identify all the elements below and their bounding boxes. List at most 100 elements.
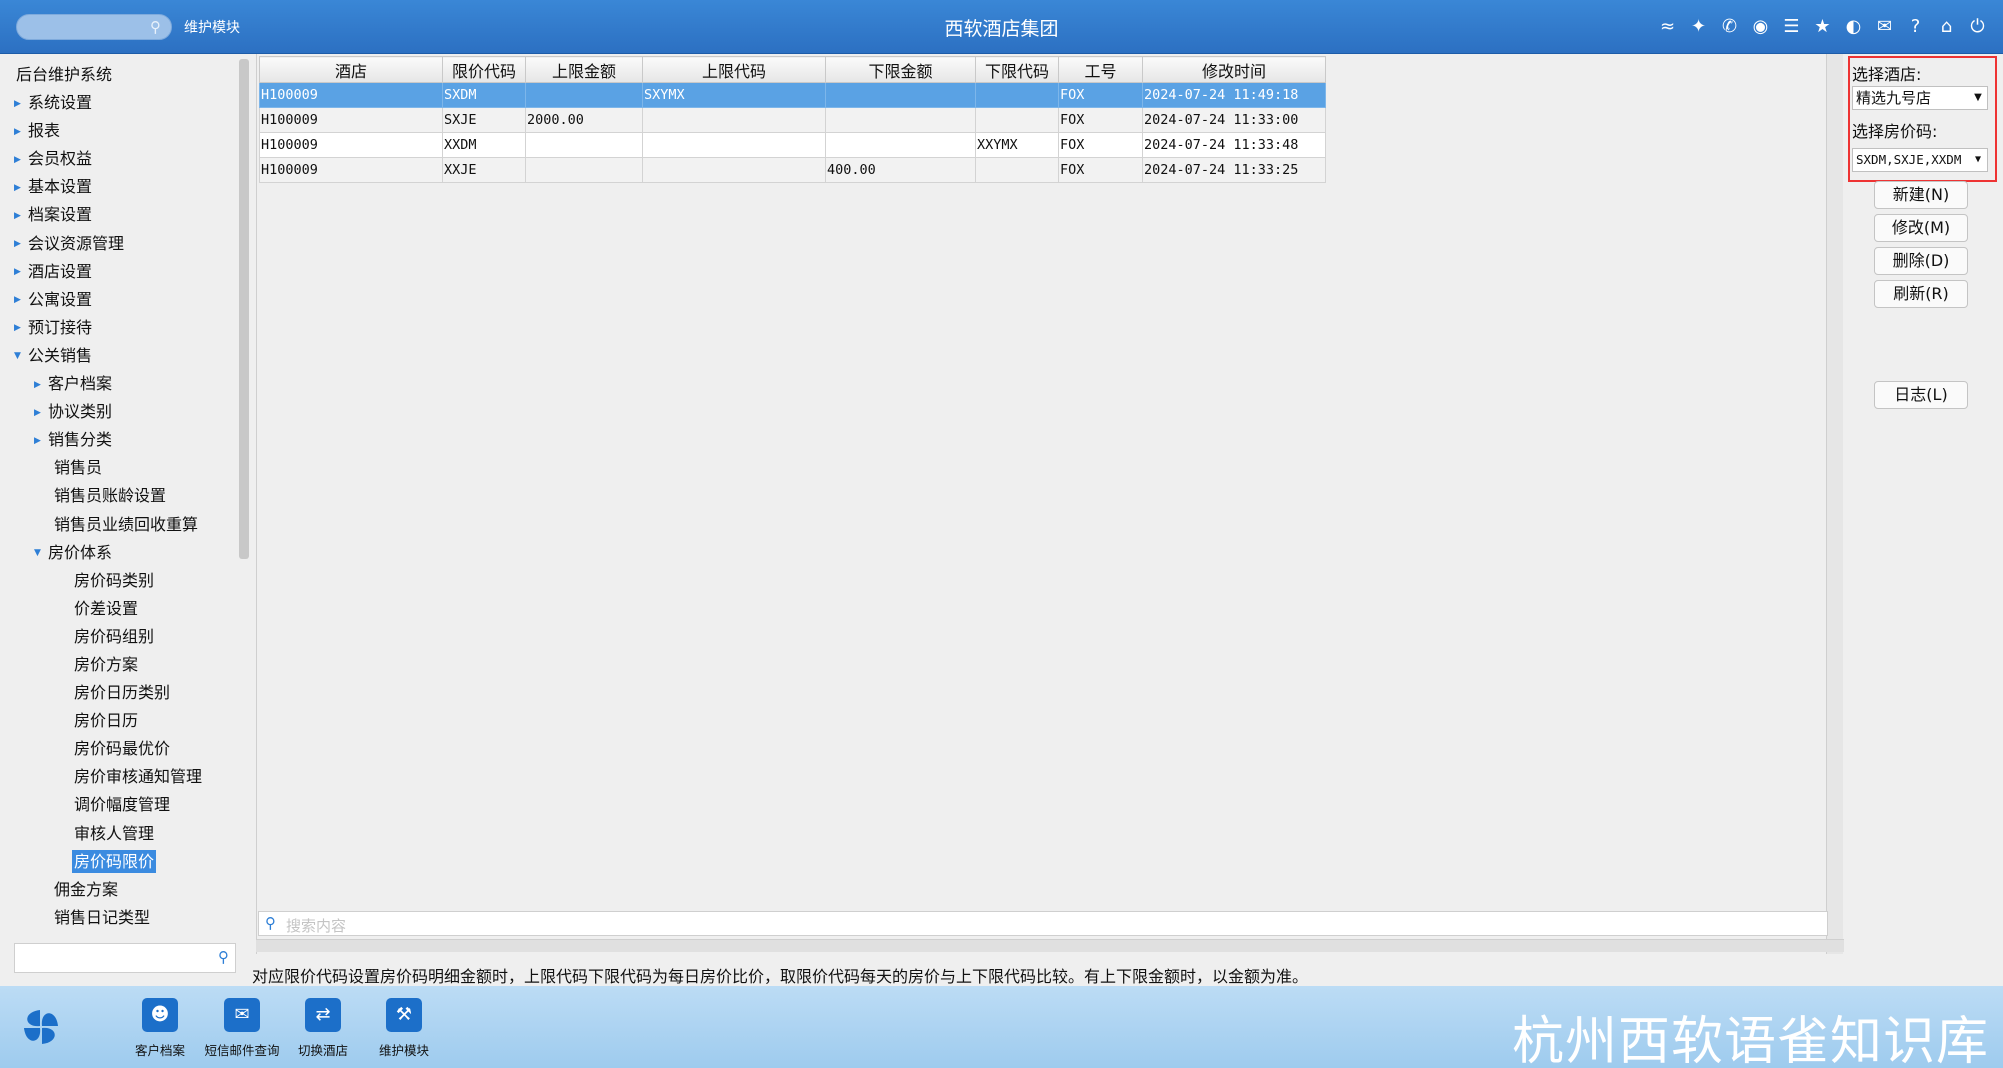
caret-right-icon[interactable]: ▶ xyxy=(14,146,26,174)
log-button[interactable]: 日志(L) xyxy=(1874,381,1968,409)
table-cell[interactable]: FOX xyxy=(1058,107,1143,133)
sidebar-item[interactable]: 房价码组别 xyxy=(0,623,240,651)
sidebar-item[interactable]: 房价码最优价 xyxy=(0,735,240,763)
caret-right-icon[interactable]: ▶ xyxy=(34,371,46,399)
sidebar-item[interactable]: 佣金方案 xyxy=(0,876,240,904)
sidebar-item[interactable]: ▶ 基本设置 xyxy=(0,173,240,201)
palette-icon[interactable]: ◉ xyxy=(1747,12,1774,40)
menu-icon[interactable]: ☰ xyxy=(1778,12,1805,40)
table-cell[interactable]: H100009 xyxy=(259,107,443,133)
caret-right-icon[interactable]: ▶ xyxy=(34,399,46,427)
sidebar-item[interactable]: ▶ 系统设置 xyxy=(0,89,240,117)
footer-maintenance-button[interactable]: ⚒ 维护模块 xyxy=(359,998,449,1059)
sidebar-item[interactable]: ▶ 报表 xyxy=(0,117,240,145)
caret-right-icon[interactable]: ▶ xyxy=(14,258,26,286)
help-icon[interactable]: ? xyxy=(1902,12,1929,40)
sidebar-item[interactable]: ▶ 会议资源管理 xyxy=(0,230,240,258)
sidebar-item[interactable]: 销售员 xyxy=(0,454,240,482)
caret-down-icon[interactable]: ▼ xyxy=(14,342,26,370)
column-header[interactable]: 上限金额 xyxy=(525,56,643,83)
sidebar-item[interactable]: 房价日历类别 xyxy=(0,679,240,707)
sidebar-item[interactable]: 销售日记类型 xyxy=(0,904,240,932)
tools-icon[interactable]: ✦ xyxy=(1685,12,1712,40)
caret-right-icon[interactable]: ▶ xyxy=(14,202,26,230)
phone-icon[interactable]: ✆ xyxy=(1716,12,1743,40)
table-cell[interactable] xyxy=(525,132,643,158)
caret-right-icon[interactable]: ▶ xyxy=(14,314,26,342)
table-cell[interactable] xyxy=(525,157,643,183)
sidebar-item[interactable]: 价差设置 xyxy=(0,595,240,623)
sidebar-item[interactable]: 调价幅度管理 xyxy=(0,791,240,819)
table-cell[interactable] xyxy=(825,132,976,158)
table-cell[interactable]: 2024-07-24 11:33:48 xyxy=(1142,132,1326,158)
refresh-button[interactable]: 刷新(R) xyxy=(1874,280,1968,308)
table-cell[interactable] xyxy=(825,107,976,133)
caret-right-icon[interactable]: ▶ xyxy=(14,286,26,314)
grid-vertical-scrollbar[interactable] xyxy=(1826,54,1843,954)
ratecode-select[interactable]: SXDM,SXJE,XXDM ▼ xyxy=(1852,148,1988,172)
hotel-select[interactable]: 精选九号店 ▼ xyxy=(1852,86,1988,110)
tree-root[interactable]: 后台维护系统 xyxy=(0,61,240,89)
sidebar-item[interactable]: ▶ 客户档案 xyxy=(0,370,240,398)
wifi-icon[interactable]: ≈ xyxy=(1654,12,1681,40)
grid-horizontal-scrollbar[interactable] xyxy=(256,939,1844,952)
sidebar-item[interactable]: 房价方案 xyxy=(0,651,240,679)
new-button[interactable]: 新建(N) xyxy=(1874,181,1968,209)
footer-switch-hotel-button[interactable]: ⇄ 切换酒店 xyxy=(278,998,368,1059)
table-cell[interactable] xyxy=(642,157,826,183)
star-icon[interactable]: ★ xyxy=(1809,12,1836,40)
footer-customer-profile-button[interactable]: ☻ 客户档案 xyxy=(115,998,205,1059)
table-cell[interactable]: XXDM xyxy=(442,132,526,158)
sidebar-item[interactable]: ▶ 协议类别 xyxy=(0,398,240,426)
grid-search-input[interactable]: ⚲ 搜索内容 xyxy=(258,911,1828,936)
table-cell[interactable]: SXYMX xyxy=(642,82,826,108)
caret-right-icon[interactable]: ▶ xyxy=(14,118,26,146)
table-cell[interactable] xyxy=(975,82,1059,108)
sidebar-item[interactable]: ▶ 档案设置 xyxy=(0,201,240,229)
global-search-input[interactable]: ⚲ xyxy=(16,14,172,40)
table-cell[interactable]: H100009 xyxy=(259,157,443,183)
table-row[interactable]: H100009 SXJE 2000.00 FOX 2024-07-24 11:33:00 xyxy=(259,107,1326,133)
column-header[interactable]: 下限代码 xyxy=(975,56,1059,83)
table-cell[interactable] xyxy=(525,82,643,108)
sidebar-item[interactable]: 房价日历 xyxy=(0,707,240,735)
table-cell[interactable]: 2024-07-24 11:49:18 xyxy=(1142,82,1326,108)
table-cell[interactable]: 400.00 xyxy=(825,157,976,183)
table-cell[interactable] xyxy=(825,82,976,108)
table-cell[interactable]: FOX xyxy=(1058,132,1143,158)
sidebar-item[interactable]: 审核人管理 xyxy=(0,820,240,848)
mail-icon[interactable]: ✉ xyxy=(1871,12,1898,40)
column-header[interactable]: 修改时间 xyxy=(1142,56,1326,83)
column-header[interactable]: 上限代码 xyxy=(642,56,826,83)
column-header[interactable]: 酒店 xyxy=(259,56,443,83)
sidebar-item[interactable]: ▶ 会员权益 xyxy=(0,145,240,173)
contrast-icon[interactable]: ◐ xyxy=(1840,12,1867,40)
table-cell[interactable] xyxy=(975,157,1059,183)
table-cell[interactable] xyxy=(975,107,1059,133)
table-row[interactable]: H100009 XXJE 400.00 FOX 2024-07-24 11:33:25 xyxy=(259,157,1326,183)
table-cell[interactable]: 2024-07-24 11:33:00 xyxy=(1142,107,1326,133)
table-row[interactable]: H100009 SXDM SXYMX FOX 2024-07-24 11:49:18 xyxy=(259,82,1326,108)
column-header[interactable]: 限价代码 xyxy=(442,56,526,83)
column-header[interactable]: 下限金额 xyxy=(825,56,976,83)
sidebar-item[interactable]: ▶ 公寓设置 xyxy=(0,286,240,314)
table-cell[interactable] xyxy=(642,132,826,158)
caret-right-icon[interactable]: ▶ xyxy=(14,174,26,202)
sidebar-item[interactable]: 销售员业绩回收重算 xyxy=(0,511,240,539)
caret-right-icon[interactable]: ▶ xyxy=(34,427,46,455)
sidebar-search-input[interactable]: ⚲ xyxy=(14,943,236,973)
sidebar-item[interactable]: ▶ 预订接待 xyxy=(0,314,240,342)
app-logo-icon[interactable] xyxy=(20,1006,62,1048)
power-icon[interactable]: ⏻ xyxy=(1964,12,1991,40)
table-cell[interactable] xyxy=(642,107,826,133)
sidebar-item[interactable]: 销售员账龄设置 xyxy=(0,482,240,510)
sidebar-item[interactable]: 房价码类别 xyxy=(0,567,240,595)
table-cell[interactable]: 2000.00 xyxy=(525,107,643,133)
caret-right-icon[interactable]: ▶ xyxy=(14,90,26,118)
table-cell[interactable]: XXJE xyxy=(442,157,526,183)
edit-button[interactable]: 修改(M) xyxy=(1874,214,1968,242)
sidebar-item[interactable]: 房价审核通知管理 xyxy=(0,763,240,791)
table-cell[interactable]: H100009 xyxy=(259,132,443,158)
table-cell[interactable]: FOX xyxy=(1058,82,1143,108)
sidebar-item[interactable]: ▼ 公关销售 xyxy=(0,342,240,370)
